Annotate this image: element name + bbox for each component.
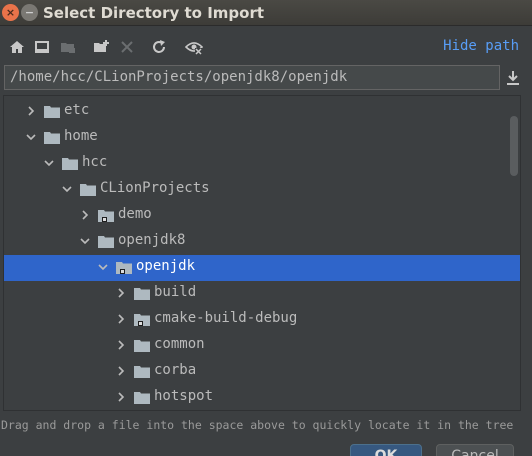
- new-folder-icon: [94, 40, 109, 52]
- project-directory-button[interactable]: [59, 38, 77, 56]
- tree-item-label: cmake-build-debug: [154, 310, 298, 326]
- tree-item[interactable]: hcc: [4, 151, 520, 177]
- toolbar: Hide path: [0, 30, 532, 64]
- minimize-window-button[interactable]: −: [21, 4, 38, 21]
- chevron-down-icon[interactable]: [96, 260, 110, 274]
- cancel-button[interactable]: Cancel: [436, 444, 514, 456]
- refresh-icon: [153, 40, 165, 53]
- chevron-right-icon[interactable]: [114, 390, 128, 404]
- show-hidden-files-button[interactable]: [185, 38, 203, 56]
- folder-icon: [134, 339, 150, 352]
- tree-item[interactable]: hotspot: [4, 385, 520, 410]
- close-window-button[interactable]: ×: [2, 4, 19, 21]
- new-folder-button[interactable]: [93, 38, 111, 56]
- tree-item-label: etc: [64, 102, 90, 118]
- chevron-down-icon[interactable]: [60, 182, 74, 196]
- chevron-down-icon[interactable]: [42, 156, 56, 170]
- chevron-right-icon[interactable]: [78, 208, 92, 222]
- chevron-down-icon[interactable]: [24, 130, 38, 144]
- folder-icon: [62, 157, 78, 170]
- tree-item-label: hotspot: [154, 388, 214, 404]
- tree-item-label: common: [154, 336, 205, 352]
- project-icon: [61, 43, 75, 53]
- chevron-right-icon[interactable]: [114, 338, 128, 352]
- tree-item[interactable]: etc: [4, 99, 520, 125]
- tree-item-label: corba: [154, 362, 197, 378]
- home-icon: [10, 41, 24, 53]
- delete-icon: [121, 41, 133, 53]
- module-folder-icon: [134, 313, 150, 326]
- ok-button[interactable]: OK: [350, 444, 422, 456]
- tree-scrollbar[interactable]: [510, 116, 518, 176]
- refresh-button[interactable]: [150, 38, 168, 56]
- folder-icon: [134, 365, 150, 378]
- expand-path-button[interactable]: [505, 70, 521, 86]
- module-folder-icon: [98, 209, 114, 222]
- tree-item-label: CLionProjects: [100, 180, 210, 196]
- path-input[interactable]: /home/hcc/CLionProjects/openjdk8/openjdk: [4, 65, 500, 90]
- folder-icon: [44, 105, 60, 118]
- chevron-right-icon[interactable]: [114, 312, 128, 326]
- tree-item-label: home: [64, 128, 98, 144]
- home-button[interactable]: [8, 38, 26, 56]
- chevron-right-icon[interactable]: [114, 286, 128, 300]
- folder-icon: [134, 391, 150, 404]
- hide-path-link[interactable]: Hide path: [443, 38, 519, 54]
- title-bar: × − Select Directory to Import: [0, 0, 532, 26]
- module-folder-icon: [116, 261, 132, 274]
- tree-item[interactable]: home: [4, 125, 520, 151]
- chevron-down-icon[interactable]: [78, 234, 92, 248]
- folder-icon: [80, 183, 96, 196]
- tree-item[interactable]: openjdk8: [4, 229, 520, 255]
- tree-item-label: hcc: [82, 154, 108, 170]
- chevron-right-icon[interactable]: [114, 364, 128, 378]
- tree-item[interactable]: corba: [4, 359, 520, 385]
- directory-tree[interactable]: etc home hcc CLionProjects demo openjdk8 openj…: [3, 95, 521, 411]
- tree-item-label: openjdk: [136, 258, 196, 274]
- folder-icon: [44, 131, 60, 144]
- drag-drop-hint: Drag and drop a file into the space abov…: [1, 418, 514, 432]
- desktop-button[interactable]: [33, 38, 51, 56]
- tree-item-label: build: [154, 284, 197, 300]
- tree-item[interactable]: demo: [4, 203, 520, 229]
- tree-item[interactable]: CLionProjects: [4, 177, 520, 203]
- download-icon: [507, 71, 519, 85]
- folder-icon: [134, 287, 150, 300]
- tree-item-label: demo: [118, 206, 152, 222]
- tree-item[interactable]: openjdk: [4, 255, 520, 281]
- delete-button[interactable]: [118, 38, 136, 56]
- dialog-title: Select Directory to Import: [43, 4, 265, 22]
- desktop-icon: [35, 41, 49, 53]
- chevron-right-icon[interactable]: [24, 104, 38, 118]
- tree-item[interactable]: cmake-build-debug: [4, 307, 520, 333]
- show-hidden-icon: [185, 42, 203, 55]
- tree-item[interactable]: build: [4, 281, 520, 307]
- folder-icon: [98, 235, 114, 248]
- tree-item[interactable]: common: [4, 333, 520, 359]
- tree-item-label: openjdk8: [118, 232, 186, 248]
